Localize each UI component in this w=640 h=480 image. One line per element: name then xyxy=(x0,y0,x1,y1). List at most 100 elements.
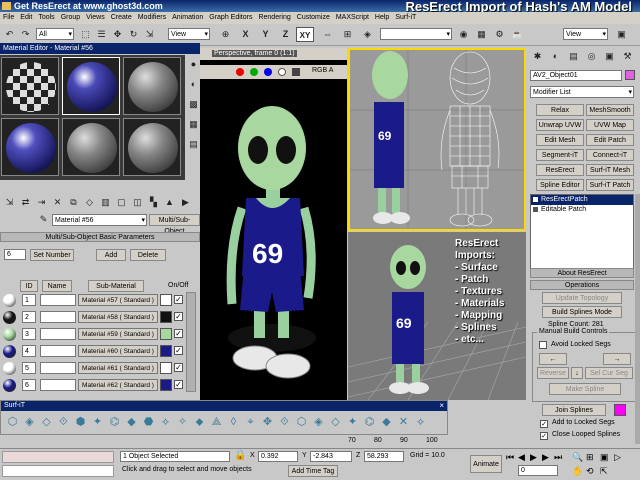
named-selection-select[interactable] xyxy=(380,28,452,40)
surfit-tool-icon[interactable]: ⬡ xyxy=(5,415,20,430)
surfit-tool-icon[interactable]: ◆ xyxy=(379,415,394,430)
build-splines-button[interactable]: Build Splines Mode xyxy=(542,306,622,318)
submaterial-button[interactable]: Material #59 ( Standard ) xyxy=(78,328,158,340)
surfit-tool-icon[interactable]: ⌖ xyxy=(243,415,258,430)
sample-slot-1[interactable] xyxy=(1,57,59,115)
add-button[interactable]: Add xyxy=(96,249,126,261)
stack-item-reserectpatch[interactable]: ResErectPatch xyxy=(531,195,633,205)
add-time-tag-button[interactable]: Add Time Tag xyxy=(288,465,338,477)
modifier-button-segment-it[interactable]: Segment-iT xyxy=(536,149,584,161)
select-icon[interactable]: ⬚ xyxy=(78,27,93,42)
axis-xy-button[interactable]: XY xyxy=(296,27,314,42)
modifier-button-spline-editor[interactable]: Spline Editor xyxy=(536,179,584,191)
id-header[interactable]: ID xyxy=(20,280,38,292)
make-spline-button[interactable]: Make Spline xyxy=(549,383,621,395)
about-rollout[interactable]: About ResErect xyxy=(530,268,634,278)
copy-material-icon[interactable]: ⧉ xyxy=(66,195,81,210)
zoom-extents-icon[interactable]: ▣ xyxy=(600,452,609,463)
prev-arrow-button[interactable]: ← xyxy=(539,353,567,365)
modifier-button-uvw-map[interactable]: UVW Map xyxy=(586,119,634,131)
surfit-tool-icon[interactable]: ◇ xyxy=(328,415,343,430)
reset-material-icon[interactable]: ✕ xyxy=(50,195,65,210)
operations-rollout[interactable]: Operations xyxy=(530,280,634,290)
modifier-button-relax[interactable]: Relax xyxy=(536,104,584,116)
display-tab-icon[interactable]: ▣ xyxy=(602,49,617,64)
get-material-icon[interactable]: ⇲ xyxy=(2,195,17,210)
x-coordinate-field[interactable]: 0.392 xyxy=(258,451,298,462)
menu-maxscript[interactable]: MAXScript xyxy=(333,12,372,24)
next-frame-icon[interactable]: ▶ xyxy=(542,452,549,463)
time-ruler[interactable]: 70 80 90 100 xyxy=(348,435,448,447)
pivot-icon[interactable]: ⊕ xyxy=(218,27,233,42)
green-channel-icon[interactable] xyxy=(250,68,258,76)
maxscript-listener[interactable] xyxy=(2,451,114,463)
command-panel-scrollbar[interactable] xyxy=(635,194,640,444)
quick-render-icon[interactable]: ☕ xyxy=(510,27,525,42)
submaterial-on-checkbox[interactable]: ✓ xyxy=(174,295,183,304)
background-icon[interactable]: ▩ xyxy=(186,97,201,112)
maximize-viewport-icon[interactable]: ⇱ xyxy=(600,466,608,477)
submaterial-on-checkbox[interactable]: ✓ xyxy=(174,312,183,321)
prev-frame-icon[interactable]: ◀ xyxy=(518,452,525,463)
submaterial-color-swatch[interactable] xyxy=(160,311,172,323)
sel-cur-seg-button[interactable]: Sel Cur Seg xyxy=(585,367,633,379)
zoom-icon[interactable]: 🔍 xyxy=(572,452,583,463)
multisub-rollout-header[interactable]: Multi/Sub-Object Basic Parameters xyxy=(0,232,200,242)
submaterial-scrollbar[interactable] xyxy=(186,292,196,392)
sample-slot-6[interactable] xyxy=(123,118,181,176)
fov-icon[interactable]: ▷ xyxy=(614,452,621,463)
put-library-icon[interactable]: ▥ xyxy=(98,195,113,210)
surfit-tool-icon[interactable]: ◈ xyxy=(311,415,326,430)
z-coordinate-field[interactable]: 58.293 xyxy=(364,451,404,462)
submaterial-button[interactable]: Material #62 ( Standard ) xyxy=(78,379,158,391)
submaterial-on-checkbox[interactable]: ✓ xyxy=(174,380,183,389)
alpha-channel-icon[interactable] xyxy=(278,68,286,76)
surfit-tool-icon[interactable]: ⬢ xyxy=(73,415,88,430)
modifier-stack[interactable]: ResErectPatch Editable Patch xyxy=(530,194,634,274)
submaterial-button[interactable]: Material #60 ( Standard ) xyxy=(78,345,158,357)
submaterial-button[interactable]: Material #57 ( Standard ) xyxy=(78,294,158,306)
submaterial-name-field[interactable] xyxy=(40,379,76,391)
schematic-icon[interactable]: ▦ xyxy=(474,27,489,42)
modifier-button-edit-mesh[interactable]: Edit Mesh xyxy=(536,134,584,146)
next-arrow-button[interactable]: → xyxy=(603,353,631,365)
pan-icon[interactable]: ✋ xyxy=(572,466,583,477)
mono-channel-icon[interactable] xyxy=(292,68,300,76)
blue-channel-icon[interactable] xyxy=(264,68,272,76)
mirror-icon[interactable]: ⇔ xyxy=(320,27,335,42)
surfit-tool-icon[interactable]: ⟡ xyxy=(413,415,428,430)
reverse-button[interactable]: Reverse xyxy=(537,367,569,379)
sample-slot-4[interactable] xyxy=(1,118,59,176)
surfit-tool-icon[interactable]: ◊ xyxy=(226,415,241,430)
show-map-icon[interactable]: ◫ xyxy=(130,195,145,210)
submaterial-id[interactable]: 3 xyxy=(22,328,36,340)
update-topology-button[interactable]: Update Topology xyxy=(542,292,622,304)
surfit-tool-icon[interactable]: ⟐ xyxy=(277,415,292,430)
submaterial-name-field[interactable] xyxy=(40,345,76,357)
axis-y-button[interactable]: Y xyxy=(258,27,273,42)
named-selection-icon[interactable]: ◈ xyxy=(360,27,375,42)
modifier-button-surf-it-patch[interactable]: Surf-iT Patch xyxy=(586,179,634,191)
align-icon[interactable]: ⊞ xyxy=(340,27,355,42)
red-channel-icon[interactable] xyxy=(236,68,244,76)
effects-channel-icon[interactable]: ▢ xyxy=(114,195,129,210)
surfit-tool-icon[interactable]: ⌬ xyxy=(107,415,122,430)
move-icon[interactable]: ✥ xyxy=(110,27,125,42)
menu-surf-it[interactable]: Surf-iT xyxy=(392,12,419,24)
go-to-start-icon[interactable]: ⏮ xyxy=(506,452,514,463)
perspective-ortho-viewport[interactable]: 69 ResErect Imports: - Surface - Patch - Tex… xyxy=(347,232,527,401)
select-by-name-icon[interactable]: ☰ xyxy=(94,27,109,42)
submaterial-header[interactable]: Sub-Material xyxy=(88,280,144,292)
go-parent-icon[interactable]: ▲ xyxy=(162,195,177,210)
join-color-swatch[interactable] xyxy=(614,404,626,416)
utilities-tab-icon[interactable]: ⚒ xyxy=(620,49,635,64)
redo-icon[interactable]: ↷ xyxy=(18,27,33,42)
set-number-button[interactable]: Set Number xyxy=(30,249,74,261)
reference-coord-select[interactable]: View xyxy=(168,28,210,40)
undo-icon[interactable]: ↶ xyxy=(2,27,17,42)
submaterial-color-swatch[interactable] xyxy=(160,379,172,391)
submaterial-color-swatch[interactable] xyxy=(160,345,172,357)
stack-item-editable-patch[interactable]: Editable Patch xyxy=(531,205,633,215)
submaterial-id[interactable]: 1 xyxy=(22,294,36,306)
surfit-tool-icon[interactable]: ✧ xyxy=(175,415,190,430)
